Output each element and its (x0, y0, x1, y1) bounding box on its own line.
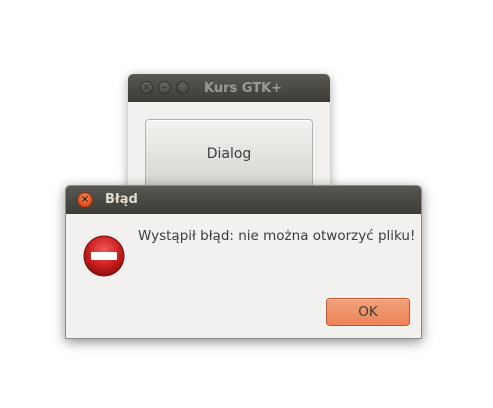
dialog-button[interactable]: Dialog (145, 119, 313, 189)
close-button[interactable]: × (78, 193, 92, 207)
window-title: Kurs GTK+ (204, 81, 283, 96)
minimize-icon[interactable]: – (158, 81, 171, 94)
error-dialog: × Błąd Wystąpił błąd: nie można otworzyć… (65, 185, 422, 339)
close-icon: × (80, 194, 90, 205)
close-icon[interactable]: × (140, 81, 153, 94)
error-dialog-title: Błąd (105, 192, 138, 207)
ok-button[interactable]: OK (326, 298, 410, 326)
error-dialog-titlebar[interactable]: × Błąd (66, 186, 421, 214)
maximize-icon[interactable]: □ (176, 81, 189, 94)
desktop: × – □ Kurs GTK+ Dialog × Błąd Wystąpił b… (0, 0, 493, 408)
error-message: Wystąpił błąd: nie można otworzyć pliku! (138, 228, 416, 244)
error-icon (82, 234, 126, 282)
main-titlebar[interactable]: × – □ Kurs GTK+ (128, 74, 330, 102)
